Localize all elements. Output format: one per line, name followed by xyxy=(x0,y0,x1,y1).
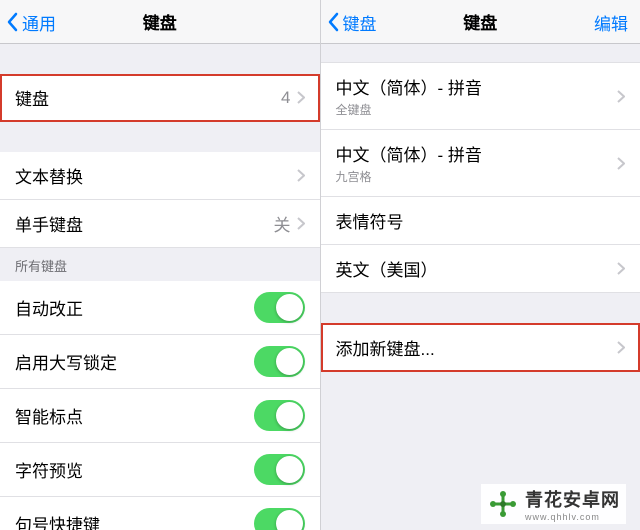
watermark: 青花安卓网 www.qhhlv.com xyxy=(481,484,626,524)
chevron-right-icon xyxy=(617,262,625,275)
edit-button[interactable]: 编辑 xyxy=(594,0,628,44)
content-right: 中文（简体）- 拼音 全键盘 中文（简体）- 拼音 九宫格 表情符号 英文（美国… xyxy=(321,44,640,530)
cell-label: 句号快捷键 xyxy=(15,511,254,530)
cell-value: 4 xyxy=(281,88,290,108)
switch-auto-correct[interactable] xyxy=(254,292,305,323)
chevron-right-icon xyxy=(617,157,625,170)
keyboard-item-pinyin-full[interactable]: 中文（简体）- 拼音 全键盘 xyxy=(321,62,640,130)
cell-label: 表情符号 xyxy=(336,208,626,233)
cell-one-handed[interactable]: 单手键盘 关 xyxy=(0,200,320,248)
back-label: 通用 xyxy=(22,10,56,35)
switch-char-preview[interactable] xyxy=(254,454,305,485)
switch-period-shortcut[interactable] xyxy=(254,508,305,530)
cell-sub: 九宫格 xyxy=(336,168,618,185)
back-label: 键盘 xyxy=(343,10,377,35)
chevron-right-icon xyxy=(617,341,625,354)
chevron-left-icon xyxy=(327,12,339,32)
back-button-keyboard[interactable]: 键盘 xyxy=(327,0,377,44)
keyboards-list-pane: 键盘 键盘 编辑 中文（简体）- 拼音 全键盘 中文（简体）- 拼音 九宫格 xyxy=(321,0,640,530)
back-button-general[interactable]: 通用 xyxy=(6,0,56,44)
cell-label: 启用大写锁定 xyxy=(15,349,254,374)
cell-label: 中文（简体）- 拼音 xyxy=(336,141,618,166)
watermark-url: www.qhhlv.com xyxy=(525,512,620,522)
chevron-right-icon xyxy=(617,90,625,103)
watermark-text: 青花安卓网 xyxy=(525,486,620,512)
switch-caps-lock[interactable] xyxy=(254,346,305,377)
cell-smart-punct[interactable]: 智能标点 xyxy=(0,389,320,443)
cell-auto-correct[interactable]: 自动改正 xyxy=(0,281,320,335)
switch-smart-punct[interactable] xyxy=(254,400,305,431)
nav-title-left: 键盘 xyxy=(143,9,177,34)
cell-label: 添加新键盘... xyxy=(336,335,618,360)
cell-add-keyboard[interactable]: 添加新键盘... xyxy=(321,323,640,372)
cell-label: 字符预览 xyxy=(15,457,254,482)
keyboard-item-emoji[interactable]: 表情符号 xyxy=(321,197,640,245)
cell-label: 智能标点 xyxy=(15,403,254,428)
cell-label: 键盘 xyxy=(15,85,281,110)
cell-label: 单手键盘 xyxy=(15,211,274,236)
chevron-right-icon xyxy=(297,217,305,230)
chevron-left-icon xyxy=(6,12,18,32)
navbar-left: 通用 键盘 xyxy=(0,0,320,44)
cell-text-replacement[interactable]: 文本替换 xyxy=(0,152,320,200)
keyboard-item-english-us[interactable]: 英文（美国） xyxy=(321,245,640,293)
cell-caps-lock[interactable]: 启用大写锁定 xyxy=(0,335,320,389)
section-header-all: 所有键盘 xyxy=(0,248,320,281)
cell-value: 关 xyxy=(274,211,291,236)
cell-label: 自动改正 xyxy=(15,295,254,320)
cell-keyboards[interactable]: 键盘 4 xyxy=(0,74,320,122)
nav-title-right: 键盘 xyxy=(463,9,497,34)
logo-icon xyxy=(487,488,519,520)
keyboard-item-pinyin-9grid[interactable]: 中文（简体）- 拼音 九宫格 xyxy=(321,130,640,197)
navbar-right: 键盘 键盘 编辑 xyxy=(321,0,640,44)
cell-period-shortcut[interactable]: 句号快捷键 xyxy=(0,497,320,530)
cell-label: 文本替换 xyxy=(15,163,297,188)
chevron-right-icon xyxy=(297,169,305,182)
cell-char-preview[interactable]: 字符预览 xyxy=(0,443,320,497)
cell-sub: 全键盘 xyxy=(336,101,618,118)
cell-label: 英文（美国） xyxy=(336,256,618,281)
cell-label: 中文（简体）- 拼音 xyxy=(336,74,618,99)
settings-keyboard-pane: 通用 键盘 键盘 4 文本替换 单手键盘 关 所有键盘 自动改正 xyxy=(0,0,321,530)
chevron-right-icon xyxy=(297,91,305,104)
content-left: 键盘 4 文本替换 单手键盘 关 所有键盘 自动改正 启用大写锁定 xyxy=(0,44,320,530)
